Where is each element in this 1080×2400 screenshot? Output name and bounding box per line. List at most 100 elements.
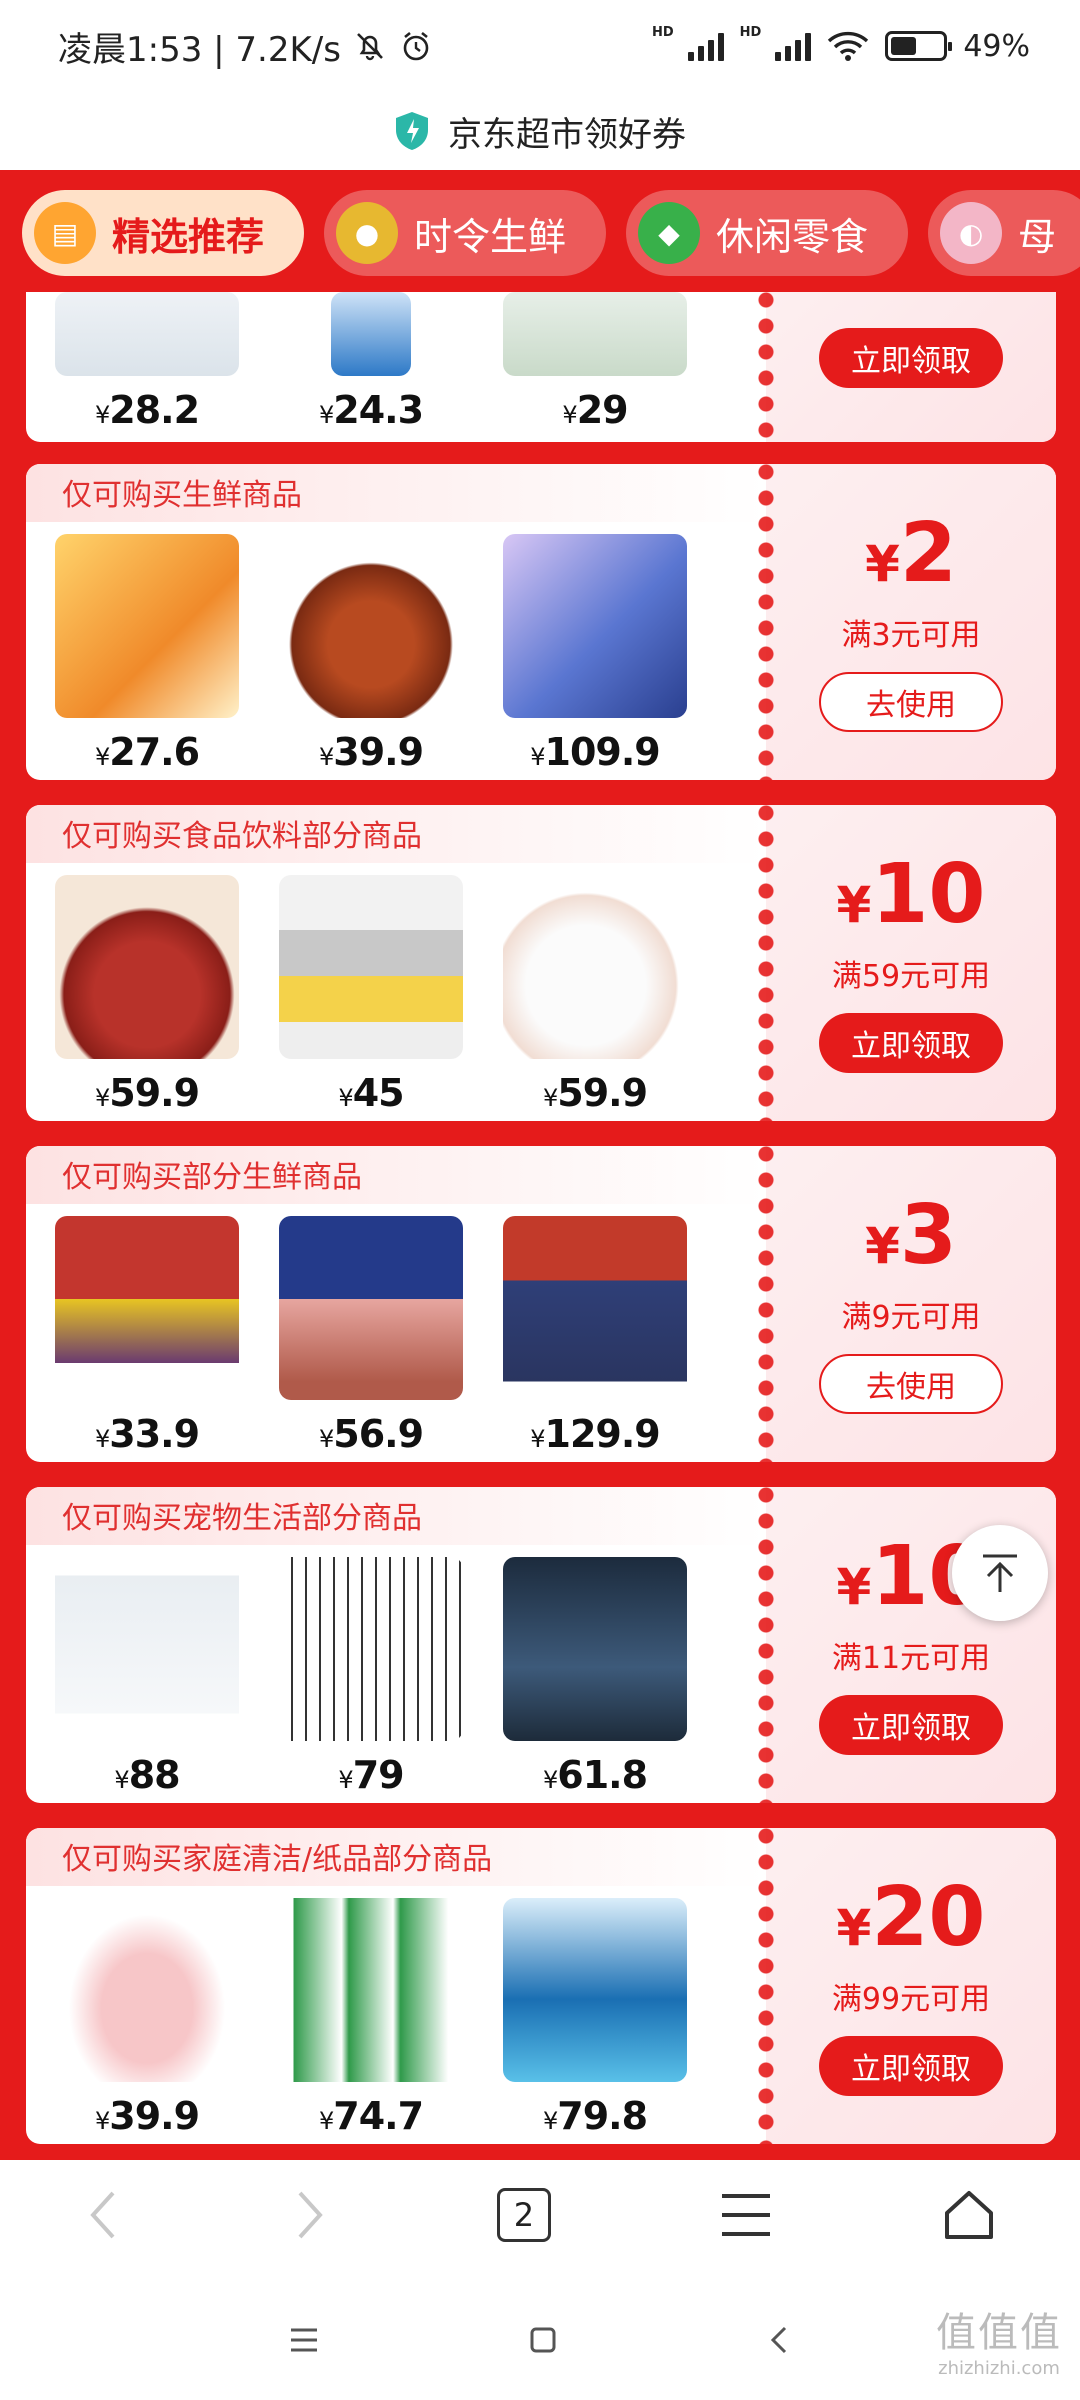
product-price: ¥33.9 [94,1412,200,1456]
product-price: ¥109.9 [530,730,660,774]
battery-icon [885,31,953,61]
coupon-condition: 满59元可用 [831,959,991,994]
product-price: ¥24.3 [318,388,424,432]
product-price: ¥28.2 [94,388,200,432]
product-price: ¥39.9 [94,2094,200,2138]
product-image[interactable] [55,1557,239,1741]
product-price: ¥27.6 [94,730,200,774]
product-price: ¥59.9 [94,1071,200,1115]
signal-2-icon [775,31,812,61]
product-price: ¥56.9 [318,1412,424,1456]
coupon-amount: ¥3 [865,1188,957,1283]
mute-bell-icon [357,33,383,61]
use-coupon-button[interactable]: 去使用 [819,672,1003,732]
durian-icon: ● [336,202,399,264]
snack-icon: ◆ [638,202,701,264]
coupon-amount: ¥20 [836,1870,986,1965]
watermark-logo: 值值值 [936,2310,1062,2356]
coupon-divider [758,805,774,1121]
home-square-icon[interactable] [529,2326,557,2354]
product-image[interactable] [503,1557,687,1741]
product-price: ¥29 [562,388,628,432]
tab-featured[interactable]: ▤ 精选推荐 [22,190,305,276]
product-image[interactable] [279,534,463,718]
coupon-divider [758,464,774,780]
tabs-button[interactable]: 2 [496,2188,551,2242]
claim-coupon-button[interactable]: 立即领取 [819,328,1003,388]
product-image[interactable] [279,875,463,1059]
product-image[interactable] [503,292,687,376]
product-price: ¥79 [338,1753,404,1797]
coupon-scope: 仅可购买食品饮料部分商品 [26,805,766,863]
product-price: ¥88 [114,1753,180,1797]
coupon-condition: 满11元可用 [831,1641,991,1676]
tab-label: 休闲零食 [716,214,869,259]
coupon-condition: 满3元可用 [841,618,981,653]
product-image[interactable] [503,875,687,1059]
status-bar: 凌晨1:53 | 7.2K/s HD HD 49% [0,0,1080,92]
back-to-top-button[interactable] [952,1525,1048,1621]
product-image[interactable] [279,1898,463,2082]
coupon-scope: 仅可购买家庭清洁/纸品部分商品 [26,1828,766,1886]
coupon-card: 仅可购买家庭清洁/纸品部分商品 ¥39.9 ¥74.7 ¥79.8 ¥20 满9… [26,1828,1056,2144]
wifi-icon [828,31,869,61]
tab-count: 2 [513,2196,535,2234]
shield-icon [396,112,428,150]
tab-label: 母 [1018,214,1057,259]
product-image[interactable] [279,1557,463,1741]
product-price: ¥59.9 [542,1071,648,1115]
recents-icon[interactable] [289,2327,319,2353]
product-price: ¥74.7 [318,2094,424,2138]
menu-icon[interactable] [718,2190,774,2240]
coupon-condition: 满9元可用 [841,1300,981,1335]
product-image[interactable] [55,1898,239,2082]
tab-seasonal-fresh[interactable]: ● 时令生鲜 [324,190,607,276]
product-image[interactable] [503,1898,687,2082]
product-image[interactable] [279,1216,463,1400]
coupon-scope: 仅可购买生鲜商品 [26,464,766,522]
watermark: 值值值 zhizhizhi.com [936,2300,1062,2379]
product-price: ¥129.9 [530,1412,660,1456]
claim-coupon-button[interactable]: 立即领取 [819,1013,1003,1073]
battery-level: 49% [963,28,1030,64]
category-tabs: ▤ 精选推荐 ● 时令生鲜 ◆ 休闲零食 ◐ 母 [0,172,1080,292]
product-price: ¥61.8 [542,1753,648,1797]
product-price: ¥45 [338,1071,404,1115]
claim-coupon-button[interactable]: 立即领取 [819,1695,1003,1755]
coupon-amount: ¥2 [865,506,957,601]
product-image[interactable] [55,292,239,376]
home-icon[interactable] [941,2187,997,2243]
system-navigation [0,2280,1080,2400]
coupon-card: 仅可购买宠物生活部分商品 ¥88 ¥79 ¥61.8 ¥10 满11元可用 立即… [26,1487,1056,1803]
coupon-divider [758,1487,774,1803]
product-image[interactable] [55,875,239,1059]
system-back-icon[interactable] [767,2325,791,2355]
product-price: ¥79.8 [542,2094,648,2138]
alarm-icon [403,31,429,61]
back-arrow-icon[interactable] [83,2185,123,2245]
product-image[interactable] [331,292,411,376]
tab-label: 时令生鲜 [414,214,567,259]
product-image[interactable] [55,534,239,718]
status-time: 凌晨1:53 | 7.2K/s [58,29,341,70]
product-image[interactable] [503,1216,687,1400]
coupon-condition: 满99元可用 [831,1982,991,2017]
coupon-card: ¥28.2 ¥24.3 ¥29 立即领取 [26,292,1056,442]
product-image[interactable] [503,534,687,718]
tab-label: 精选推荐 [112,214,265,259]
product-image[interactable] [55,1216,239,1400]
forward-arrow-icon[interactable] [290,2185,330,2245]
signal-1-icon [687,31,724,61]
tab-snacks[interactable]: ◆ 休闲零食 [626,190,909,276]
page-title-bar: 京东超市领好券 [0,92,1080,170]
use-coupon-button[interactable]: 去使用 [819,1354,1003,1414]
coupon-scope: 仅可购买宠物生活部分商品 [26,1487,766,1545]
browser-toolbar: 2 [0,2160,1080,2270]
coupon-divider [758,292,774,442]
tab-mother-baby[interactable]: ◐ 母 [928,190,1080,276]
coupon-card: 仅可购买生鲜商品 ¥27.6 ¥39.9 ¥109.9 ¥2 满3元可用 去使用 [26,464,1056,780]
coupon-amount: ¥10 [836,847,986,942]
arrow-up-icon [983,1554,1017,1592]
claim-coupon-button[interactable]: 立即领取 [819,2036,1003,2096]
coupon-divider [758,1146,774,1462]
